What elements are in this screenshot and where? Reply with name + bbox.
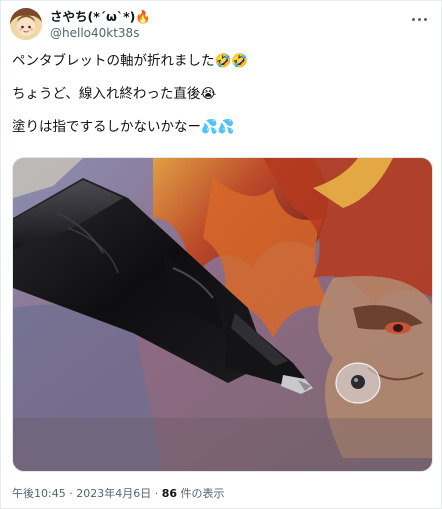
views-count: 86	[161, 487, 178, 500]
photo-illustration	[13, 158, 432, 471]
user-handle[interactable]: @hello40kt38s	[50, 26, 139, 41]
tweet-card: さやち(*´ω`*)🔥 @hello40kt38s ペンタブレットの軸が折れまし…	[0, 0, 442, 509]
meta-separator: ·	[151, 487, 162, 500]
tweet-meta: 午後10:45 · 2023年4月6日 · 86 件の表示	[12, 487, 225, 501]
tweet-line: ペンタブレットの軸が折れました🤣🤣	[12, 53, 249, 69]
views-label: 件の表示	[180, 487, 225, 500]
tweet-line: ちょうど、線入れ終わった直後😭	[12, 86, 217, 102]
tweet-line: 塗りは指でするしかないかなー💦💦	[12, 119, 235, 135]
avatar[interactable]	[10, 8, 42, 40]
meta-separator: ·	[65, 487, 77, 500]
tweet-text: ペンタブレットの軸が折れました🤣🤣 ちょうど、線入れ終わった直後😭 塗りは指です…	[12, 52, 432, 151]
tweet-time[interactable]: 午後10:45	[12, 487, 66, 500]
tweet-photo[interactable]	[12, 157, 433, 472]
display-name[interactable]: さやち(*´ω`*)🔥	[50, 9, 151, 25]
more-horizontal-icon[interactable]	[409, 13, 431, 27]
tweet-date[interactable]: 2023年4月6日	[76, 487, 151, 500]
